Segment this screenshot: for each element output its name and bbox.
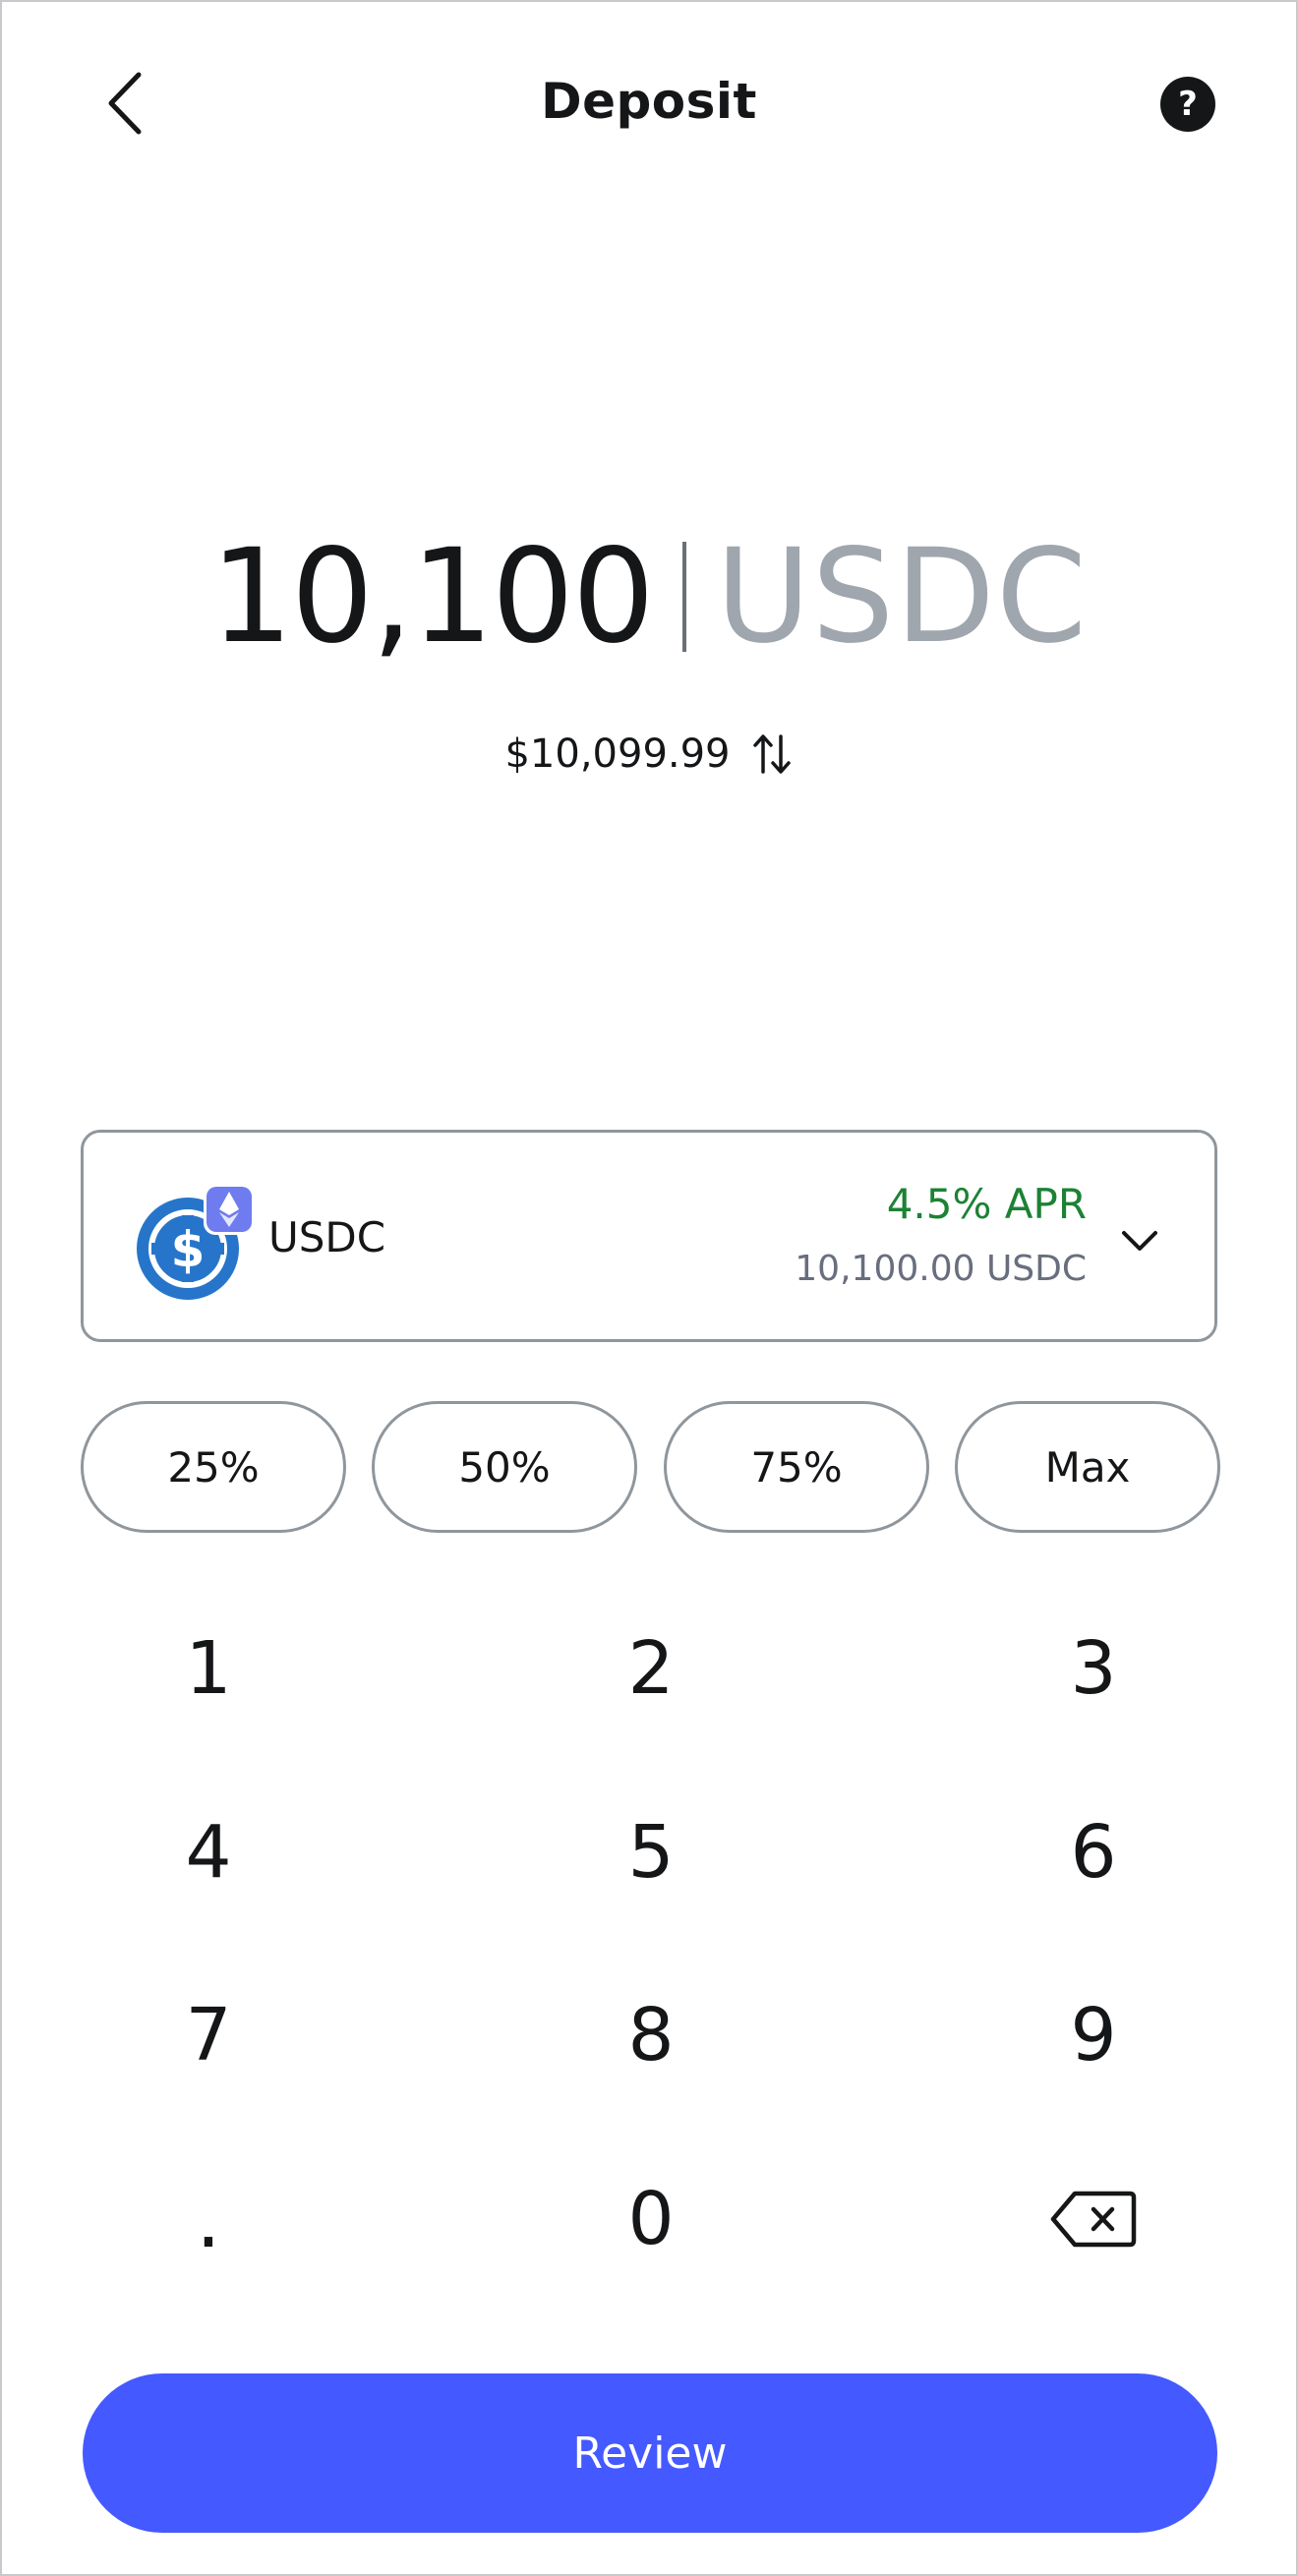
key-4[interactable]: 4: [61, 1779, 356, 1926]
key-5[interactable]: 5: [503, 1779, 798, 1926]
key-3[interactable]: 3: [946, 1595, 1241, 1742]
fiat-value: $10,099.99: [504, 732, 731, 777]
key-7[interactable]: 7: [61, 1961, 356, 2109]
amount-value: 10,100: [209, 521, 655, 673]
swap-arrows-icon[interactable]: [750, 732, 794, 776]
page-title: Deposit: [541, 73, 757, 130]
fiat-conversion: $10,099.99: [2, 725, 1296, 784]
key-0[interactable]: 0: [503, 2145, 798, 2293]
text-cursor: [681, 542, 686, 652]
key-8[interactable]: 8: [503, 1961, 798, 2109]
amount-unit: USDC: [715, 521, 1089, 673]
key-2[interactable]: 2: [503, 1595, 798, 1742]
usdc-logo: $: [137, 1184, 255, 1300]
key-6[interactable]: 6: [946, 1779, 1241, 1926]
review-button[interactable]: Review: [83, 2373, 1217, 2533]
chevron-down-icon: [1122, 1231, 1157, 1251]
svg-text:$: $: [171, 1221, 206, 1278]
backspace-key[interactable]: [946, 2145, 1241, 2293]
token-apr: 4.5% APR: [886, 1180, 1087, 1228]
backspace-icon: [1050, 2191, 1137, 2248]
help-button[interactable]: ?: [1160, 77, 1215, 132]
amount-display: 10,100 USDC: [2, 518, 1296, 675]
token-selector[interactable]: $ USDC 4.5% APR 10,100.00 USDC: [81, 1130, 1217, 1342]
max-button[interactable]: Max: [955, 1401, 1220, 1533]
key-1[interactable]: 1: [61, 1595, 356, 1742]
key-9[interactable]: 9: [946, 1961, 1241, 2109]
percent-75-button[interactable]: 75%: [664, 1401, 929, 1533]
token-name: USDC: [268, 1213, 386, 1261]
question-circle-icon: ?: [1178, 85, 1198, 124]
percent-25-button[interactable]: 25%: [81, 1401, 346, 1533]
key-decimal[interactable]: .: [61, 2145, 356, 2293]
token-balance: 10,100.00 USDC: [795, 1249, 1087, 1289]
percent-50-button[interactable]: 50%: [372, 1401, 637, 1533]
deposit-screen: Deposit ? 10,100 USDC $10,099.99 $ USDC …: [0, 0, 1298, 2576]
